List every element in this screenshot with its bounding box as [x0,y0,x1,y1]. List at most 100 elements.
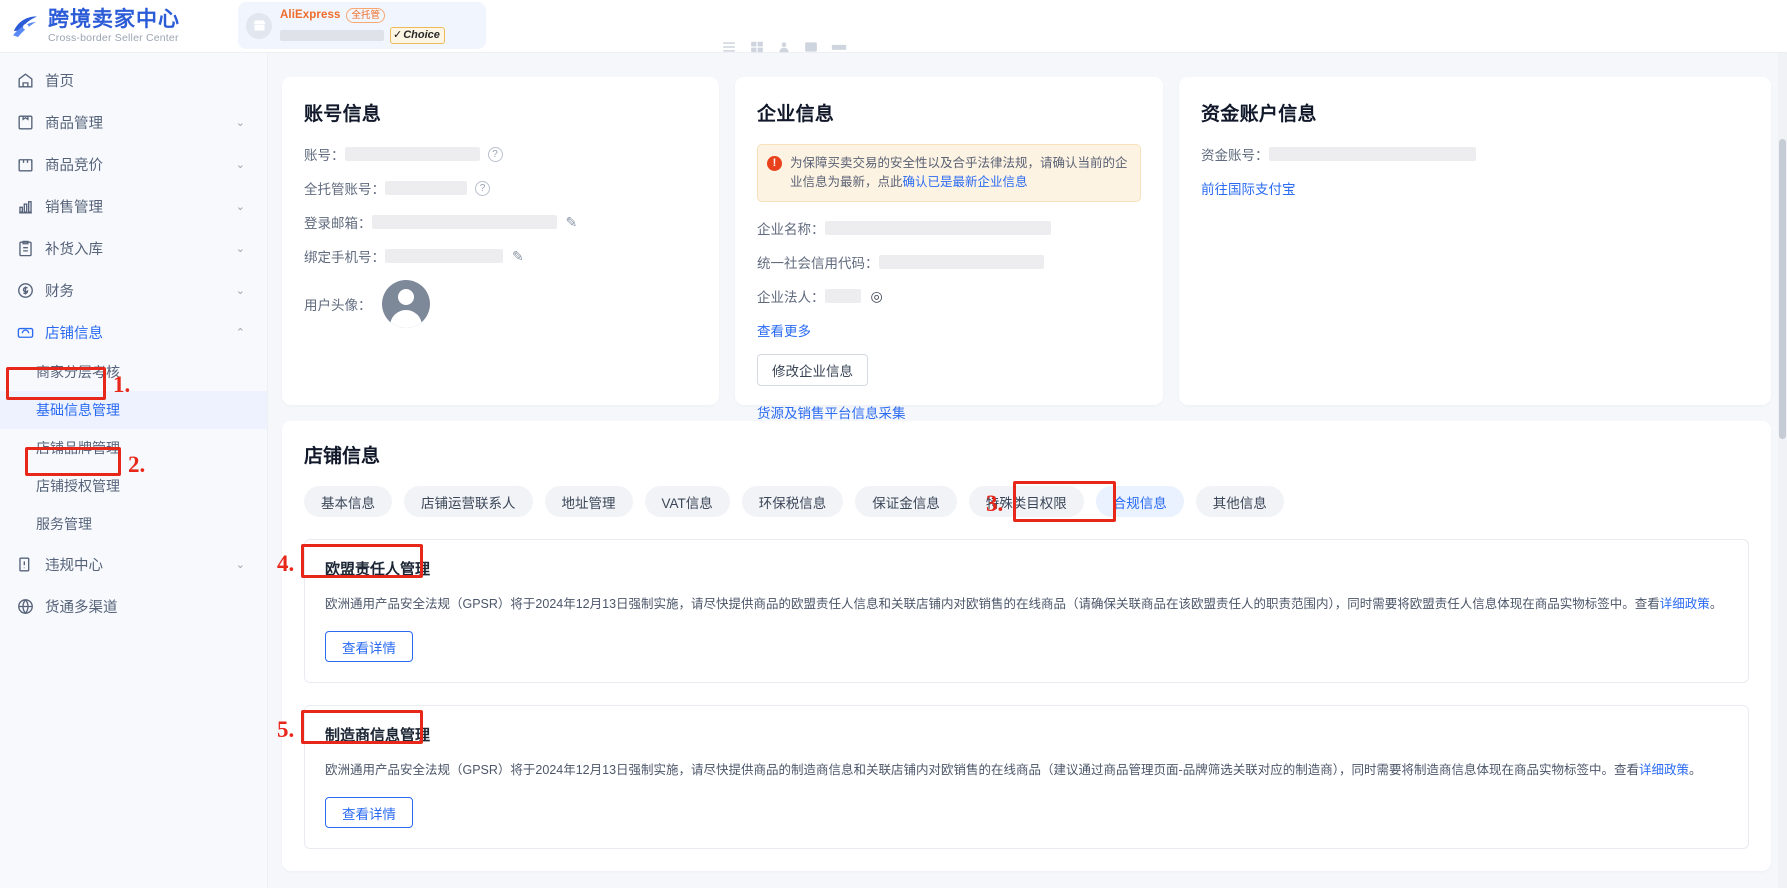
sidebar-item-home[interactable]: 首页 [0,59,267,101]
tab-operation-contact[interactable]: 店铺运营联系人 [404,486,533,517]
sidebar-item-product-management[interactable]: 商品管理 ⌄ [0,101,267,143]
top-bar: 跨境卖家中心 Cross-border Seller Center AliExp… [0,0,1787,53]
help-icon[interactable]: ? [487,146,503,162]
sidebar-label: 首页 [45,73,74,90]
brand-logo-group[interactable]: 跨境卖家中心 Cross-border Seller Center [0,9,268,44]
eu-responsible-person-section: 欧盟责任人管理 欧洲通用产品安全法规（GPSR）将于2024年12月13日强制实… [277,539,1749,683]
sidebar-subitem-service-management[interactable]: 服务管理 [0,505,267,543]
go-to-alipay-link[interactable]: 前往国际支付宝 [1201,178,1296,198]
section-desc-tail: 。 [1709,597,1723,611]
sidebar-item-product-bidding[interactable]: 商品竞价 ⌄ [0,143,267,185]
field-legal-person: 企业法人： ◎ [757,286,1141,306]
user-avatar-icon[interactable] [381,280,430,328]
sidebar: 首页 商品管理 ⌄ 商品竞价 ⌄ 销售管理 ⌄ 补货入库 ⌄ 财务 ⌄ 店铺信息… [0,53,268,888]
tab-compliance-info[interactable]: 合规信息 [1095,486,1184,517]
view-details-button[interactable]: 查看详情 [325,631,413,662]
partial-top-row [282,67,1771,77]
sidebar-item-violation-center[interactable]: 违规中心 ⌄ [0,543,267,585]
scrollbar-track[interactable] [1778,53,1787,888]
sidebar-sublabel: 基础信息管理 [36,402,120,418]
enterprise-info-card: 企业信息 ! 为保障买卖交易的安全性以及合乎法律法规，请确认当前的企业信息为最新… [735,77,1163,421]
enterprise-alert: ! 为保障买卖交易的安全性以及合乎法律法规，请确认当前的企业信息为最新，点此确认… [757,144,1141,202]
masked-value [344,147,480,161]
masked-value [371,215,557,229]
shop-info-panel: 店铺信息 基本信息 店铺运营联系人 地址管理 VAT信息 环保税信息 保证金信息… [277,421,1771,871]
chart-icon [14,195,36,217]
sidebar-sublabel: 店铺品牌管理 [36,440,120,456]
section-desc-text: 欧洲通用产品安全法规（GPSR）将于2024年12月13日强制实施，请尽快提供商… [325,763,1639,777]
tab-vat-info[interactable]: VAT信息 [644,486,730,517]
platform-name: AliExpress [280,9,341,21]
brand-text: 跨境卖家中心 Cross-border Seller Center [48,9,180,44]
clipboard-icon [14,237,36,259]
choice-label: Choice [403,28,440,41]
fund-account-card: 资金账户信息 资金账号： 前往国际支付宝 [1179,77,1771,405]
sidebar-label: 销售管理 [45,199,103,216]
sidebar-item-finance[interactable]: 财务 ⌄ [0,269,267,311]
sidebar-label: 店铺信息 [45,325,103,342]
edit-pencil-icon[interactable]: ✎ [566,214,578,231]
masked-value [824,221,1051,235]
sidebar-item-restock[interactable]: 补货入库 ⌄ [0,227,267,269]
sidebar-label: 商品竞价 [45,157,103,174]
tab-address-management[interactable]: 地址管理 [544,486,633,517]
shop-selector-chip[interactable]: AliExpress 全托管 ✓Choice [238,2,486,49]
globe-icon [14,595,36,617]
home-icon [14,69,36,91]
view-more-link[interactable]: 查看更多 [757,320,811,340]
detailed-policy-link[interactable]: 详细政策 [1660,597,1710,611]
menu-icon [723,42,735,52]
dollar-circle-icon [14,279,36,301]
chevron-down-icon: ⌄ [235,558,245,571]
section-description: 欧洲通用产品安全法规（GPSR）将于2024年12月13日强制实施，请尽快提供商… [325,593,1728,615]
help-icon[interactable]: ? [475,180,490,196]
chevron-down-icon: ⌄ [235,284,245,297]
sidebar-item-shop-info[interactable]: 店铺信息 ⌃ [0,311,267,353]
sidebar-subitem-shop-brand[interactable]: 店铺品牌管理 [0,429,267,467]
section-button-row: 查看详情 [325,797,1728,828]
bar-icon [831,44,847,50]
chevron-down-icon: ⌄ [235,116,245,129]
sidebar-item-sales-management[interactable]: 销售管理 ⌄ [0,185,267,227]
tab-basic-info[interactable]: 基本信息 [304,486,392,517]
edit-pencil-icon[interactable]: ✎ [512,248,524,265]
tab-other-info[interactable]: 其他信息 [1195,486,1284,517]
sidebar-subitem-basic-info[interactable]: 基础信息管理 [0,391,267,429]
sidebar-subitem-merchant-tier[interactable]: 商家分层考核 [0,353,267,391]
avatar-shoulders [389,310,422,328]
tab-special-category[interactable]: 特殊类目权限 [968,486,1084,517]
confirm-latest-link[interactable]: 确认已是最新企业信息 [903,175,1028,189]
main-content: 账号信息 账号： ? 全托管账号： ? 登录邮箱： ✎ 绑定手机号： ✎ 用户头… [268,53,1787,888]
sidebar-item-multi-channel[interactable]: 货通多渠道 [0,585,267,627]
field-managed-account: 全托管账号： ? [304,178,697,198]
chevron-down-icon: ⌄ [235,242,245,255]
tab-deposit-info[interactable]: 保证金信息 [855,486,957,517]
brand-title-en: Cross-border Seller Center [48,31,179,44]
edit-enterprise-button[interactable]: 修改企业信息 [757,354,868,386]
choice-badge: ✓Choice [390,26,445,44]
field-label: 统一社会信用代码： [757,256,879,271]
sidebar-label: 商品管理 [45,115,103,132]
shop-panel-title: 店铺信息 [304,446,381,467]
eye-icon[interactable]: ◎ [871,288,883,305]
tab-eco-tax-info[interactable]: 环保税信息 [741,486,844,517]
brand-mark-icon [8,9,42,43]
scrollbar-thumb[interactable] [1779,139,1786,439]
account-info-card: 账号信息 账号： ? 全托管账号： ? 登录邮箱： ✎ 绑定手机号： ✎ 用户头… [282,77,719,405]
warning-icon [14,553,36,575]
check-icon: ✓ [393,28,403,41]
supply-sales-collect-link[interactable]: 货源及销售平台信息采集 [757,406,906,421]
field-account: 账号： ? [304,144,697,164]
detailed-policy-link[interactable]: 详细政策 [1639,763,1689,777]
collect-link-row: 货源及销售平台信息采集 [757,402,1141,423]
bid-icon [14,153,36,175]
store-icon [14,321,36,343]
shop-avatar-icon [246,12,272,39]
view-details-button[interactable]: 查看详情 [325,797,413,828]
field-label: 用户头像： [304,298,372,313]
full-managed-tag: 全托管 [346,7,385,23]
section-button-row: 查看详情 [325,631,1728,662]
field-user-avatar: 用户头像： [304,280,697,328]
sidebar-subitem-shop-authorization[interactable]: 店铺授权管理 [0,467,267,505]
field-fund-account: 资金账号： [1201,144,1749,164]
